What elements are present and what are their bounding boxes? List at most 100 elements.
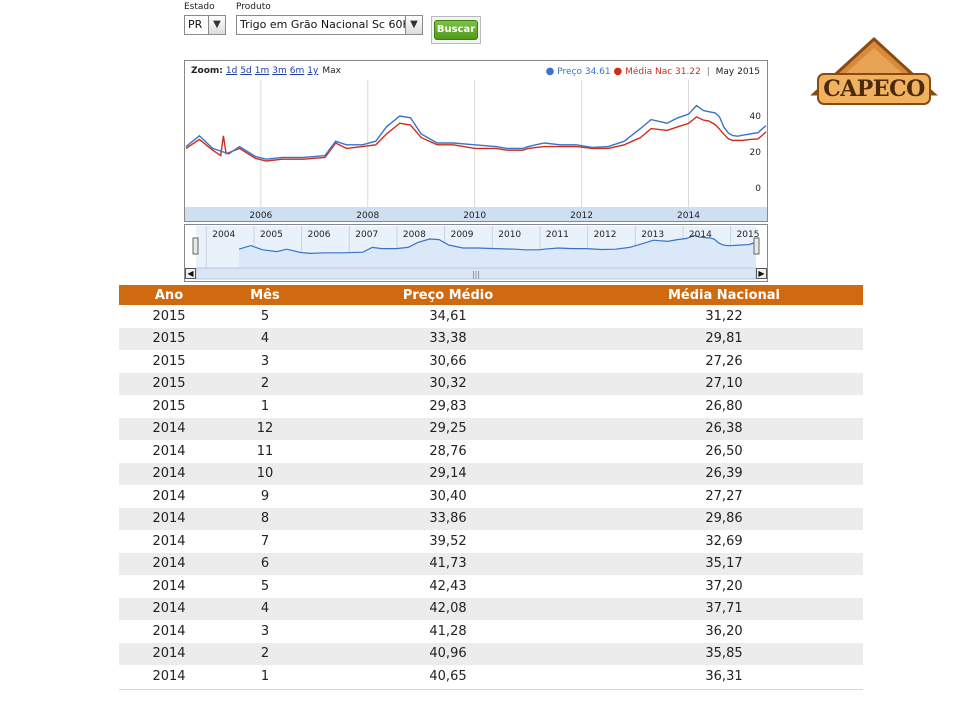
table-row: 2014 7 39,52 32,69: [119, 530, 863, 553]
navigator-tick-label: 2006: [308, 230, 331, 240]
x-tick-label: 2006: [249, 211, 272, 221]
produto-select[interactable]: Trigo em Grão Nacional Sc 60Kg ▼: [236, 15, 423, 35]
cell-ano: 2014: [119, 462, 219, 485]
cell-preco-medio: 29,25: [311, 417, 585, 440]
table-row: 2014 12 29,25 26,38: [119, 417, 863, 440]
cell-mes: 6: [219, 552, 311, 575]
price-table: Ano Mês Preço Médio Média Nacional 2015 5…: [119, 285, 863, 688]
chevron-down-icon[interactable]: ▼: [208, 16, 225, 34]
zoom-5d[interactable]: 5d: [240, 66, 251, 76]
cell-media-nacional: 26,38: [585, 417, 863, 440]
price-chart: 0 20 40 2006 2008 2010 2012 2014 2004 2005 2006 2…: [184, 60, 768, 283]
table-bottom-border: [119, 689, 863, 690]
zoom-label: Zoom:: [191, 66, 223, 76]
table-row: 2014 4 42,08 37,71: [119, 597, 863, 620]
navigator-tick-label: 2009: [451, 230, 474, 240]
chart-legend: ● Preço 34.61 ● Média Nac 31.22 | May 20…: [546, 66, 760, 77]
produto-value: Trigo em Grão Nacional Sc 60Kg: [240, 18, 417, 31]
cell-mes: 4: [219, 597, 311, 620]
legend-media: Média Nac 31.22: [625, 67, 701, 77]
navigator-tick-label: 2007: [355, 230, 378, 240]
chevron-down-icon[interactable]: ▼: [405, 16, 422, 34]
cell-mes: 1: [219, 665, 311, 688]
cell-ano: 2015: [119, 372, 219, 395]
range-handle-left[interactable]: [192, 237, 199, 255]
cell-ano: 2014: [119, 485, 219, 508]
header-media-nacional: Média Nacional: [585, 285, 863, 305]
buscar-button[interactable]: Buscar: [434, 20, 478, 40]
cell-mes: 3: [219, 620, 311, 643]
cell-media-nacional: 37,71: [585, 597, 863, 620]
table-row: 2014 8 33,86 29,86: [119, 507, 863, 530]
zoom-1y[interactable]: 1y: [307, 66, 318, 76]
navigator-tick-label: 2010: [498, 230, 521, 240]
navigator-tick-label: 2012: [594, 230, 617, 240]
cell-mes: 9: [219, 485, 311, 508]
cell-mes: 4: [219, 327, 311, 350]
cell-mes: 1: [219, 395, 311, 418]
arrow-left-icon: ◀: [187, 269, 194, 278]
cell-ano: 2015: [119, 327, 219, 350]
cell-media-nacional: 26,39: [585, 462, 863, 485]
cell-ano: 2014: [119, 440, 219, 463]
cell-ano: 2014: [119, 620, 219, 643]
cell-ano: 2014: [119, 552, 219, 575]
zoom-3m[interactable]: 3m: [272, 66, 287, 76]
table-row: 2015 2 30,32 27,10: [119, 372, 863, 395]
navigator-tick-label: 2004: [212, 230, 235, 240]
header-preco-medio: Preço Médio: [311, 285, 585, 305]
table-row: 2014 9 30,40 27,27: [119, 485, 863, 508]
zoom-1m[interactable]: 1m: [255, 66, 270, 76]
navigator-tick-label: 2014: [689, 230, 712, 240]
table-row: 2015 1 29,83 26,80: [119, 395, 863, 418]
cell-ano: 2014: [119, 417, 219, 440]
scroll-right-button[interactable]: ▶: [756, 268, 767, 279]
table-row: 2014 2 40,96 35,85: [119, 642, 863, 665]
cell-mes: 2: [219, 372, 311, 395]
table-row: 2015 3 30,66 27,26: [119, 350, 863, 373]
preco-dot-icon: ●: [545, 66, 555, 77]
cell-preco-medio: 28,76: [311, 440, 585, 463]
cell-preco-medio: 42,08: [311, 597, 585, 620]
cell-mes: 11: [219, 440, 311, 463]
range-handle-right[interactable]: [753, 237, 760, 255]
cell-media-nacional: 27,26: [585, 350, 863, 373]
zoom-max[interactable]: Max: [322, 66, 341, 76]
cell-preco-medio: 34,61: [311, 305, 585, 328]
table-row: 2014 6 41,73 35,17: [119, 552, 863, 575]
cell-media-nacional: 29,86: [585, 507, 863, 530]
cell-mes: 3: [219, 350, 311, 373]
cell-preco-medio: 29,83: [311, 395, 585, 418]
zoom-6m[interactable]: 6m: [290, 66, 305, 76]
table-body: 2015 5 34,61 31,22 2015 4 33,38 29,81 2015 3 30,66…: [119, 305, 863, 688]
cell-ano: 2015: [119, 305, 219, 328]
estado-select[interactable]: PR ▼: [184, 15, 226, 35]
cell-preco-medio: 41,28: [311, 620, 585, 643]
cell-media-nacional: 37,20: [585, 575, 863, 598]
estado-field: Estado PR ▼: [184, 2, 228, 35]
zoom-bar: Zoom: 1d 5d 1m 3m 6m 1y Max: [191, 66, 341, 76]
navigator-tick-label: 2013: [641, 230, 664, 240]
cell-ano: 2014: [119, 575, 219, 598]
cell-media-nacional: 31,22: [585, 305, 863, 328]
cell-media-nacional: 26,50: [585, 440, 863, 463]
cell-preco-medio: 42,43: [311, 575, 585, 598]
table-header-row: Ano Mês Preço Médio Média Nacional: [119, 285, 863, 305]
cell-media-nacional: 36,31: [585, 665, 863, 688]
table-row: 2014 1 40,65 36,31: [119, 665, 863, 688]
cell-ano: 2015: [119, 350, 219, 373]
table-row: 2015 5 34,61 31,22: [119, 305, 863, 328]
estado-value: PR: [188, 18, 203, 31]
zoom-1d[interactable]: 1d: [226, 66, 237, 76]
cell-ano: 2014: [119, 665, 219, 688]
cell-ano: 2014: [119, 507, 219, 530]
cell-ano: 2014: [119, 530, 219, 553]
scroll-left-button[interactable]: ◀: [185, 268, 196, 279]
y-tick-label: 20: [750, 148, 762, 158]
table-row: 2014 5 42,43 37,20: [119, 575, 863, 598]
cell-media-nacional: 29,81: [585, 327, 863, 350]
legend-preco: Preço 34.61: [557, 67, 611, 77]
cell-media-nacional: 35,17: [585, 552, 863, 575]
cell-mes: 8: [219, 507, 311, 530]
cell-ano: 2014: [119, 597, 219, 620]
